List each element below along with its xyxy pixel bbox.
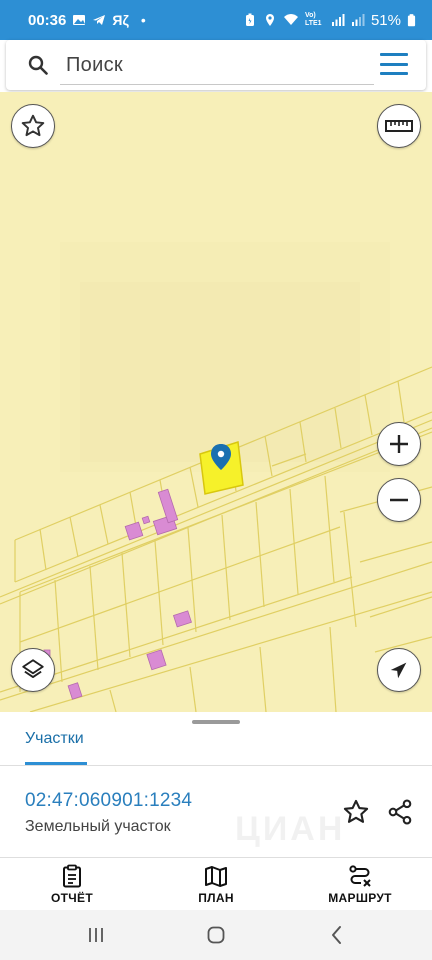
- cadastral-map[interactable]: [0, 92, 432, 712]
- home-button[interactable]: [201, 922, 231, 948]
- notification-dot: •: [140, 12, 146, 28]
- favorite-button[interactable]: [342, 798, 370, 826]
- sheet-handle[interactable]: [192, 720, 240, 724]
- map-icon: [205, 866, 227, 887]
- zoom-out-button[interactable]: [377, 478, 421, 522]
- network-label: Vo) LTE1: [304, 12, 322, 27]
- signal-icon-2: [351, 14, 365, 26]
- telegram-icon: [93, 15, 106, 25]
- layers-button[interactable]: [11, 648, 55, 692]
- status-bar: 00:36 Яζ • Vo) LTE1 51%: [0, 0, 432, 40]
- gallery-icon: [73, 15, 86, 25]
- actions-divider: [0, 857, 432, 858]
- search-input[interactable]: Поиск: [66, 54, 123, 77]
- home-icon: [207, 926, 225, 944]
- minus-icon: [390, 498, 408, 502]
- system-nav-bar: [0, 910, 432, 960]
- recents-icon: [89, 928, 103, 942]
- report-button[interactable]: ОТЧЁТ: [17, 864, 127, 905]
- bottom-sheet: Участки 02:47:060901:1234 Земельный учас…: [0, 712, 432, 910]
- watermark: ЦИАН: [235, 810, 346, 848]
- star-icon: [21, 114, 45, 137]
- search-card[interactable]: Поиск: [6, 40, 426, 90]
- layers-icon: [22, 659, 44, 679]
- menu-icon[interactable]: [380, 53, 408, 75]
- clipboard-icon: [63, 864, 81, 888]
- plus-icon: [390, 435, 408, 453]
- tab-divider: [0, 765, 432, 766]
- search-bar: Поиск: [0, 40, 432, 92]
- plan-label: ПЛАН: [198, 891, 234, 905]
- cadastral-number[interactable]: 02:47:060901:1234: [25, 790, 192, 812]
- report-label: ОТЧЁТ: [51, 891, 93, 905]
- star-icon: [343, 799, 369, 823]
- zoom-in-button[interactable]: [377, 422, 421, 466]
- back-icon: [332, 926, 341, 944]
- ruler-button[interactable]: [377, 104, 421, 148]
- search-icon[interactable]: [28, 55, 48, 75]
- route-icon: [349, 865, 371, 887]
- app-root: 00:36 Яζ • Vo) LTE1 51% Поиск Участки 02…: [0, 0, 432, 960]
- route-label: МАРШРУТ: [328, 891, 392, 905]
- favorite-map-button[interactable]: [11, 104, 55, 148]
- app-indicator: Яζ: [112, 12, 129, 28]
- tab-parcels[interactable]: Участки: [25, 730, 84, 748]
- ruler-icon: [385, 120, 413, 132]
- battery-icon: [407, 14, 416, 27]
- status-time: 00:36: [28, 11, 67, 29]
- wifi-icon: [283, 14, 298, 25]
- share-icon: [388, 799, 412, 825]
- battery-saver-icon: [245, 13, 254, 26]
- share-button[interactable]: [386, 798, 414, 826]
- battery-percent: 51%: [370, 11, 401, 29]
- locate-button[interactable]: [377, 648, 421, 692]
- route-button[interactable]: МАРШРУТ: [305, 864, 415, 905]
- parcels-layer: [0, 242, 432, 712]
- location-icon: [265, 14, 274, 26]
- navigation-arrow-icon: [390, 662, 407, 679]
- signal-icon: [331, 14, 345, 26]
- back-button[interactable]: [322, 922, 352, 948]
- recents-button[interactable]: [81, 922, 111, 948]
- search-underline: [60, 84, 374, 85]
- plan-button[interactable]: ПЛАН: [161, 864, 271, 905]
- parcel-type: Земельный участок: [25, 818, 171, 835]
